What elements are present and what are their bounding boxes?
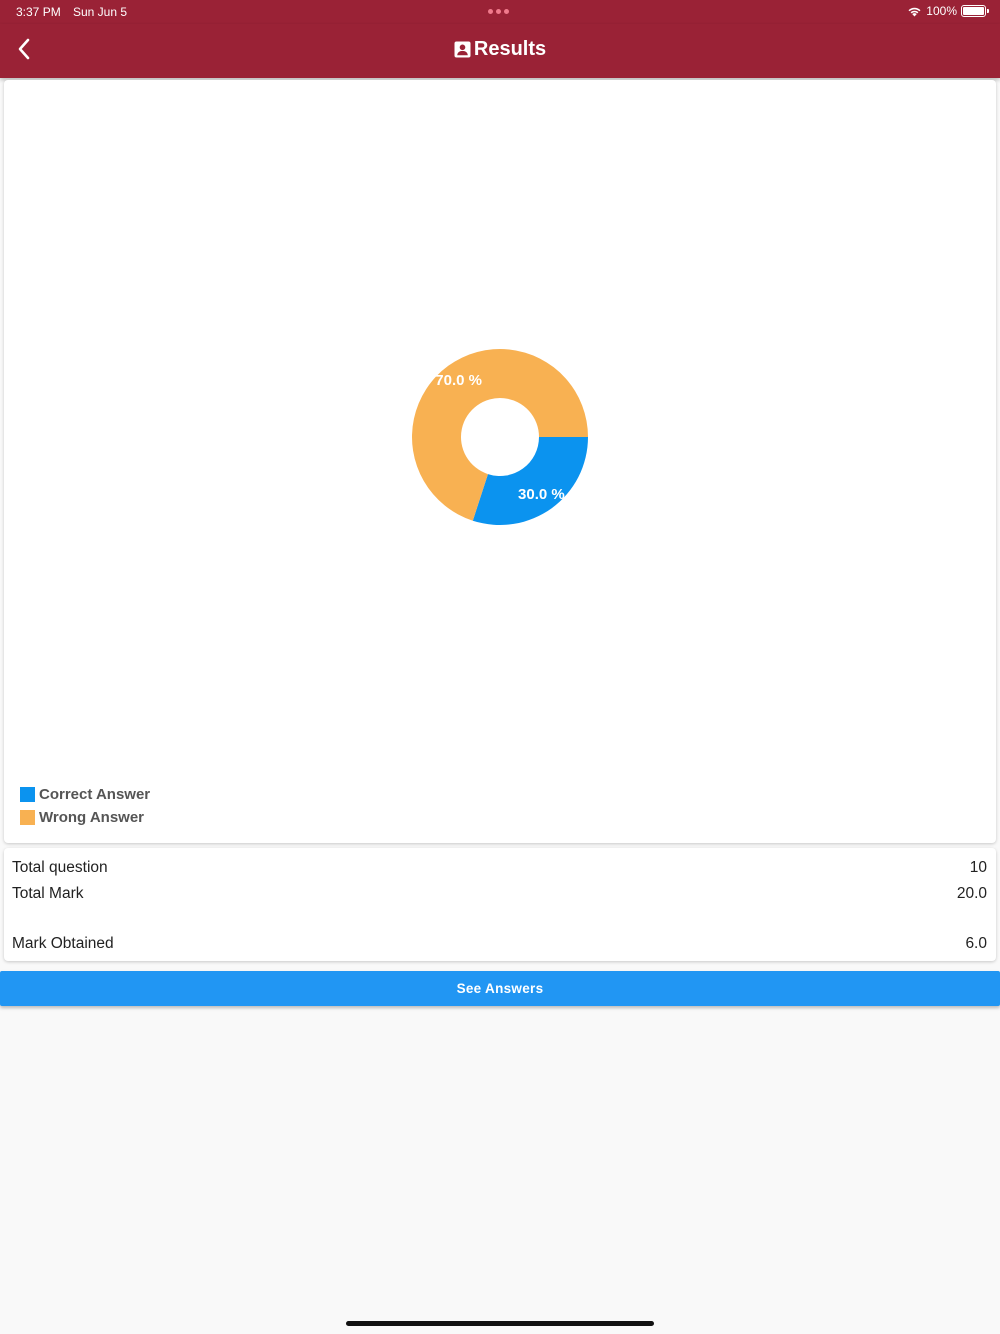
slice-label-wrong: 70.0 % bbox=[435, 372, 482, 389]
legend-swatch-correct bbox=[20, 787, 35, 802]
legend-label-correct: Correct Answer bbox=[39, 786, 151, 803]
status-date: Sun Jun 5 bbox=[73, 5, 128, 19]
total-mark-row: Total Mark 20.0 bbox=[12, 885, 987, 903]
total-question-label: Total question bbox=[12, 859, 108, 876]
legend-item-correct: Correct Answer bbox=[20, 783, 150, 806]
page-title: Results bbox=[473, 38, 547, 60]
result-chart-card: 30.0 % 70.0 % Correct Answer Wrong Answer bbox=[4, 80, 996, 843]
account-box-icon bbox=[454, 41, 471, 58]
page-title-group: Results bbox=[0, 38, 1000, 61]
chart-legend: Correct Answer Wrong Answer bbox=[20, 783, 150, 829]
mark-obtained-label: Mark Obtained bbox=[12, 935, 114, 952]
battery-percentage: 100% bbox=[926, 4, 957, 18]
status-time: 3:37 PM bbox=[16, 5, 61, 19]
legend-swatch-wrong bbox=[20, 810, 35, 825]
home-indicator[interactable] bbox=[346, 1321, 654, 1326]
multitasking-dots-icon[interactable] bbox=[488, 9, 509, 14]
total-question-value: 10 bbox=[969, 859, 987, 876]
slice-correct-answer[interactable] bbox=[472, 437, 588, 525]
results-donut-chart: 30.0 % 70.0 % bbox=[412, 349, 588, 525]
legend-item-wrong: Wrong Answer bbox=[20, 806, 150, 829]
app-bar: Results bbox=[0, 24, 1000, 78]
mark-obtained-row: Mark Obtained 6.0 bbox=[12, 935, 987, 953]
total-mark-label: Total Mark bbox=[12, 885, 84, 902]
battery-icon bbox=[961, 5, 989, 17]
wifi-icon bbox=[907, 6, 922, 17]
total-question-row: Total question 10 bbox=[12, 859, 987, 877]
see-answers-button[interactable]: See Answers bbox=[0, 971, 1000, 1006]
slice-label-correct: 30.0 % bbox=[518, 486, 565, 503]
legend-label-wrong: Wrong Answer bbox=[39, 809, 145, 826]
total-mark-value: 20.0 bbox=[956, 885, 987, 902]
status-bar: 3:37 PM Sun Jun 5 100% bbox=[0, 0, 1000, 24]
score-summary-card: Total question 10 Total Mark 20.0 Mark O… bbox=[4, 848, 996, 961]
mark-obtained-value: 6.0 bbox=[965, 935, 987, 952]
